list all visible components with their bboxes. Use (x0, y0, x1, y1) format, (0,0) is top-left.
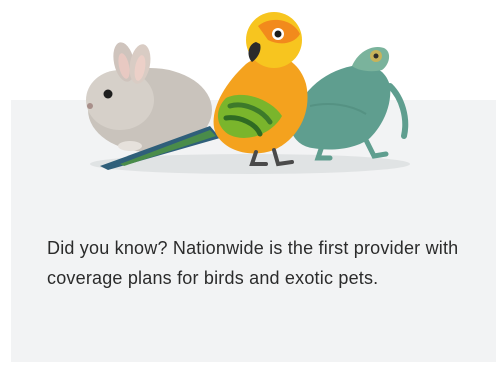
promo-panel: Did you know? Nationwide is the first pr… (0, 0, 499, 367)
promo-caption: Did you know? Nationwide is the first pr… (47, 238, 459, 288)
exotic-pets-image (86, 12, 410, 174)
